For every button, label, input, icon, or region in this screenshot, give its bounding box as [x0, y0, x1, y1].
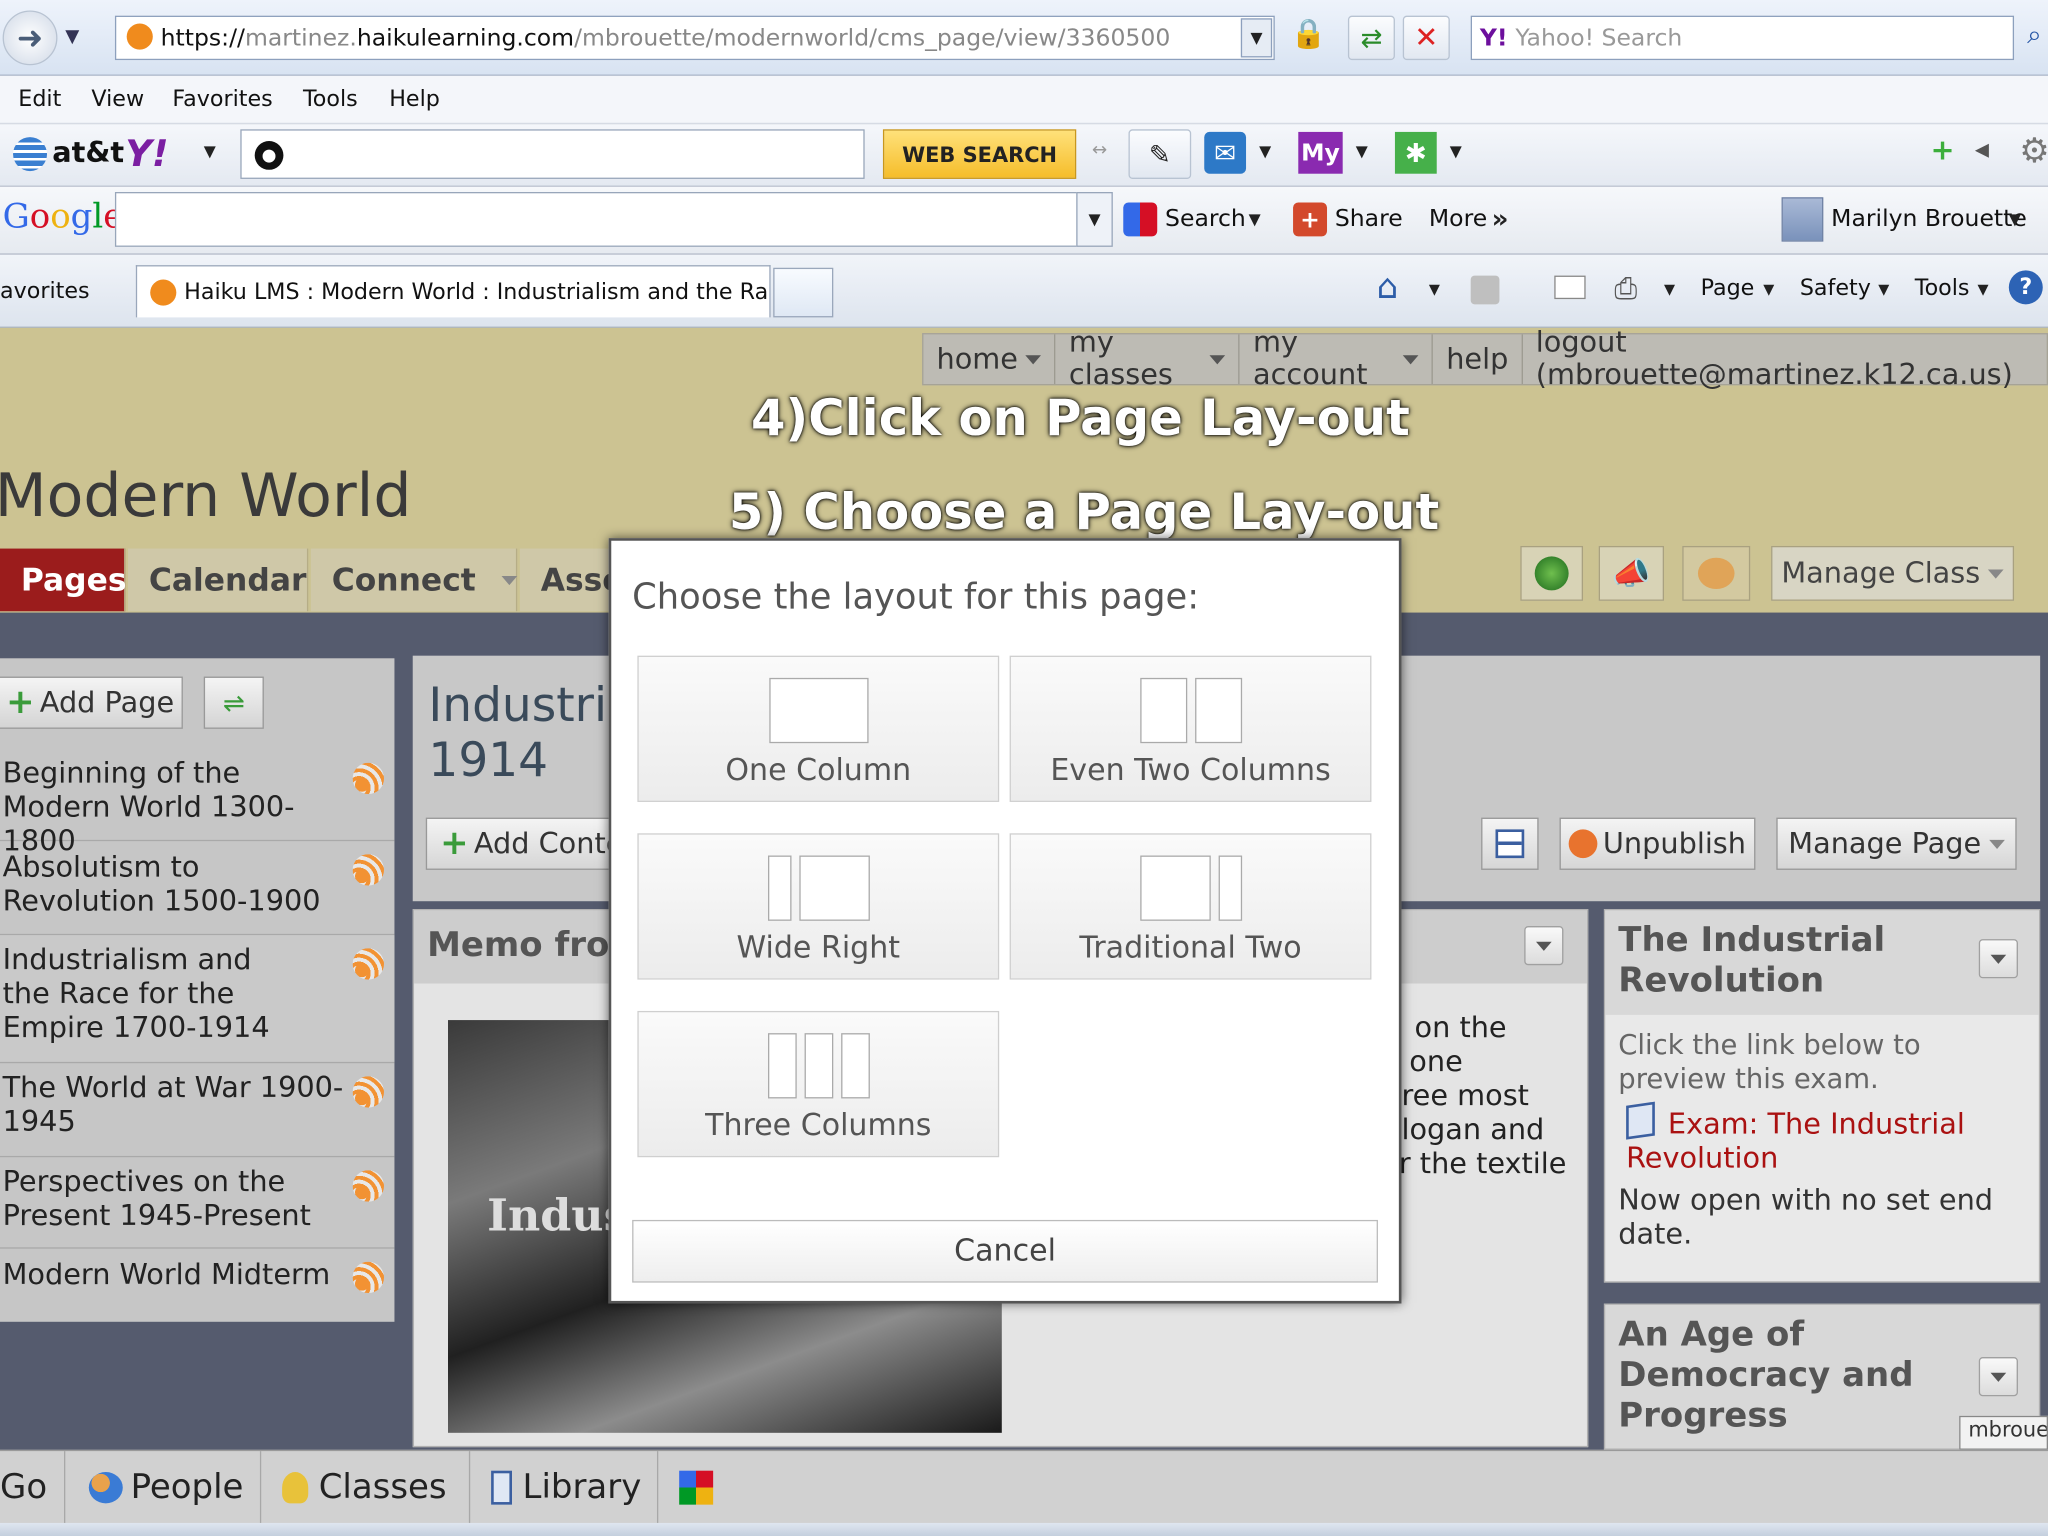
settings-gear-icon[interactable]: ⚙: [2019, 132, 2048, 171]
user-dropdown-icon[interactable]: ▼: [2009, 210, 2021, 228]
layout-traditional-two[interactable]: Traditional Two: [1009, 833, 1372, 980]
google-search-dropdown-icon[interactable]: ▼: [1249, 210, 1261, 228]
layout-dialog: Choose the layout for this page: One Col…: [608, 538, 1402, 1304]
user-avatar-icon: [1781, 197, 1824, 242]
traditional-two-icon: [1139, 855, 1242, 921]
widget-icon[interactable]: ✱: [1394, 131, 1437, 174]
google-search-label[interactable]: Search: [1165, 205, 1246, 232]
web-search-button[interactable]: WEB SEARCH: [882, 129, 1077, 179]
my-yahoo-icon[interactable]: My: [1298, 131, 1343, 174]
att-globe-icon: [13, 137, 48, 172]
menu-bar: Edit View Favorites Tools Help: [0, 75, 2048, 125]
layout-option-label: Traditional Two: [1079, 931, 1302, 966]
menu-favorites[interactable]: Favorites: [172, 86, 272, 112]
att-label[interactable]: at&t: [52, 137, 124, 170]
layout-option-label: Three Columns: [705, 1108, 932, 1143]
more-chevron-icon[interactable]: »: [1492, 202, 1509, 233]
layout-wide-right[interactable]: Wide Right: [637, 833, 1000, 980]
web-search-label: WEB SEARCH: [902, 141, 1058, 167]
search-go-icon[interactable]: ⌕: [2027, 18, 2042, 49]
address-toolbar: ➜ ▼ https://martinez. haikulearning.com/m…: [0, 0, 2048, 76]
search-placeholder: Yahoo! Search: [1515, 24, 1683, 52]
menu-edit[interactable]: Edit: [18, 86, 61, 112]
rss-feed-icon[interactable]: [1470, 275, 1500, 305]
toolbar-edit-button[interactable]: ✎: [1128, 129, 1192, 179]
page-menu-dropdown-icon[interactable]: ▼: [1763, 281, 1774, 298]
menu-view[interactable]: View: [91, 86, 144, 112]
layout-option-label: Even Two Columns: [1050, 753, 1331, 788]
my-yahoo-dropdown-icon[interactable]: ▼: [1356, 142, 1368, 160]
more-label[interactable]: More: [1429, 205, 1487, 232]
read-mail-icon[interactable]: [1554, 275, 1586, 300]
layout-one-column[interactable]: One Column: [637, 655, 1000, 802]
cancel-button[interactable]: Cancel: [632, 1219, 1378, 1283]
cancel-label: Cancel: [954, 1234, 1056, 1269]
google-logo: Google: [2, 197, 124, 237]
menu-tools[interactable]: Tools: [303, 86, 358, 112]
url-prefix: https://: [160, 24, 245, 52]
back-button[interactable]: ➜: [2, 10, 58, 66]
url-field[interactable]: https://martinez. haikulearning.com/mbrou…: [114, 15, 1275, 61]
yahoo-dropdown-icon[interactable]: ▼: [204, 142, 216, 160]
share-icon: +: [1293, 202, 1328, 237]
google-search-input[interactable]: [114, 191, 1079, 247]
layout-even-two-columns[interactable]: Even Two Columns: [1009, 655, 1372, 802]
help-icon[interactable]: ?: [2008, 270, 2043, 305]
url-path: /mbrouette/modernworld/cms_page/view/336…: [574, 24, 1171, 52]
dialog-prompt: Choose the layout for this page:: [632, 577, 1200, 618]
menu-help[interactable]: Help: [389, 86, 440, 112]
share-label[interactable]: Share: [1335, 205, 1403, 232]
one-column-icon: [768, 677, 868, 744]
yahoo-toolbar: at&t Y! ▼ ● WEB SEARCH ↔ ✎ ✉ ▼ My ▼ ✱ ▼ …: [0, 124, 2048, 187]
mail-dropdown-icon[interactable]: ▼: [1259, 142, 1271, 160]
layout-option-label: One Column: [725, 753, 912, 788]
layout-option-label: Wide Right: [736, 931, 901, 966]
google-search-icon: [1123, 202, 1158, 237]
history-dropdown-icon[interactable]: ▼: [65, 26, 79, 47]
mail-icon[interactable]: ✉: [1204, 131, 1247, 174]
home-dropdown-icon[interactable]: ▼: [1429, 281, 1440, 298]
wide-right-icon: [767, 855, 870, 921]
yahoo-search-input[interactable]: ●: [240, 129, 865, 179]
safety-menu-dropdown-icon[interactable]: ▼: [1878, 281, 1889, 298]
search-box[interactable]: Y! Yahoo! Search: [1470, 15, 2015, 61]
url-dropdown-button[interactable]: ▼: [1240, 18, 1273, 58]
yahoo-icon: Y!: [1479, 24, 1508, 52]
print-dropdown-icon[interactable]: ▼: [1664, 281, 1675, 298]
stop-button[interactable]: ✕: [1402, 15, 1450, 61]
scroll-left-icon[interactable]: ◀: [1975, 140, 1989, 161]
search-icon: ●: [254, 141, 284, 170]
google-dropdown-button[interactable]: ▼: [1076, 191, 1113, 247]
favorites-label[interactable]: avorites: [0, 278, 90, 304]
home-icon[interactable]: ⌂: [1377, 268, 1399, 307]
browser-tab-row: avorites Haiku LMS : Modern World : Indu…: [0, 254, 2048, 328]
tools-menu-dropdown-icon[interactable]: ▼: [1977, 281, 1988, 298]
yahoo-logo-icon[interactable]: Y!: [125, 132, 168, 175]
url-subdomain: martinez.: [244, 24, 357, 52]
widget-dropdown-icon[interactable]: ▼: [1450, 142, 1462, 160]
refresh-button[interactable]: ⇄: [1347, 15, 1395, 61]
back-arrow-icon: ➜: [16, 19, 44, 57]
page-menu[interactable]: Page: [1701, 276, 1755, 302]
browser-tab-active[interactable]: Haiku LMS : Modern World : Industrialism…: [135, 265, 771, 318]
user-name[interactable]: Marilyn Brouette: [1831, 205, 2027, 232]
safety-menu[interactable]: Safety: [1800, 276, 1871, 302]
print-icon[interactable]: ⎙: [1614, 273, 1637, 306]
tools-menu[interactable]: Tools: [1915, 276, 1970, 302]
layout-three-columns[interactable]: Three Columns: [637, 1010, 1000, 1158]
even-two-columns-icon: [1139, 677, 1242, 744]
url-domain: haikulearning.com: [356, 24, 575, 52]
toolbar-chevron-icon[interactable]: ↔: [1092, 140, 1107, 161]
add-button-icon[interactable]: +: [1930, 135, 1954, 168]
tab-title: Haiku LMS : Modern World : Industrialism…: [184, 278, 771, 305]
new-tab-button[interactable]: [773, 267, 834, 318]
site-favicon: [126, 23, 153, 50]
google-toolbar: Google ▼ Search ▼ + Share More » Marilyn…: [0, 186, 2048, 255]
three-columns-icon: [767, 1033, 870, 1099]
tab-favicon: [150, 279, 177, 306]
lock-icon[interactable]: 🔒: [1290, 18, 1326, 51]
